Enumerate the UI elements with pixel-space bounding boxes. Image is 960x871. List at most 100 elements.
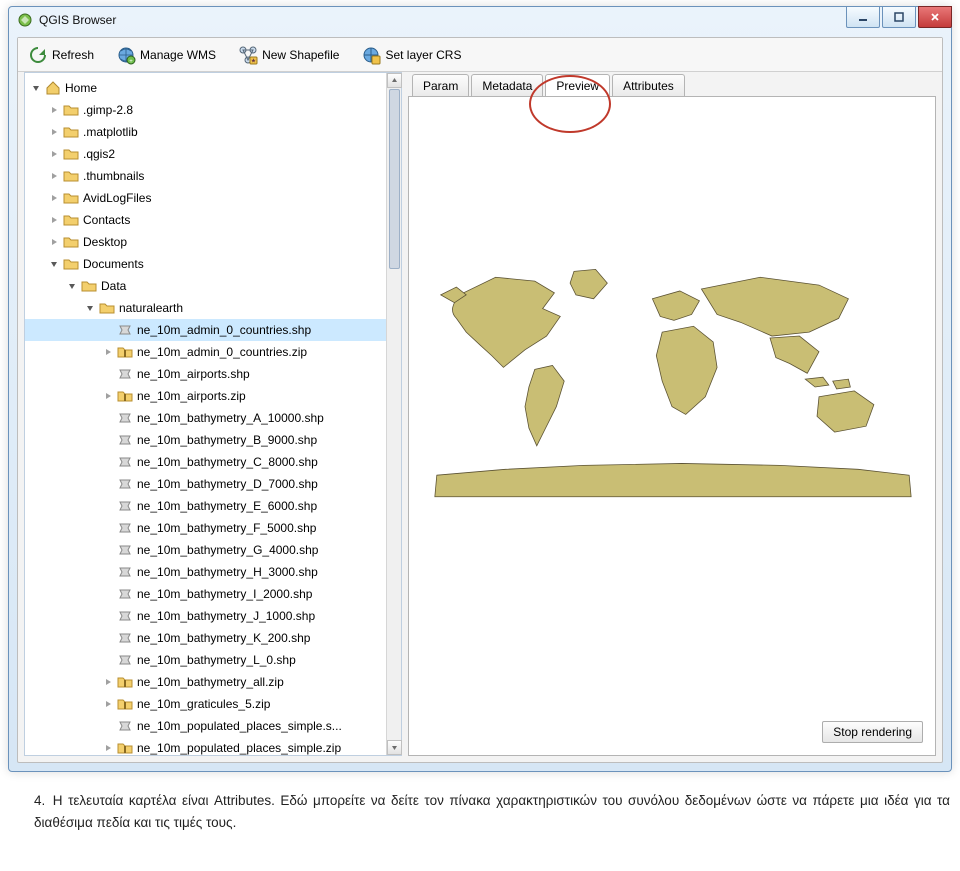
tree-item[interactable]: ne_10m_bathymetry_H_3000.shp [25,561,386,583]
tree-item[interactable]: ne_10m_populated_places_simple.zip [25,737,386,755]
expand-toggle-icon[interactable] [103,699,113,709]
tree-item[interactable]: ne_10m_bathymetry_all.zip [25,671,386,693]
tree-item[interactable]: ne_10m_bathymetry_D_7000.shp [25,473,386,495]
scroll-down-button[interactable] [387,740,402,755]
tree-item[interactable]: ne_10m_bathymetry_A_10000.shp [25,407,386,429]
tree-item[interactable]: ne_10m_bathymetry_G_4000.shp [25,539,386,561]
layer-icon [117,498,133,514]
tab-metadata[interactable]: Metadata [471,74,543,96]
expand-toggle-icon[interactable] [67,281,77,291]
tree-scrollbar[interactable] [386,73,401,755]
tab-label: Attributes [623,79,674,93]
tree-item[interactable]: Contacts [25,209,386,231]
window-titlebar[interactable]: QGIS Browser [9,7,951,33]
scroll-thumb[interactable] [389,89,400,269]
tree-item-label: ne_10m_bathymetry_H_3000.shp [137,565,318,579]
tree-item-label: ne_10m_airports.shp [137,367,250,381]
expand-toggle-icon [103,523,113,533]
layer-icon [117,652,133,668]
tree-item[interactable]: ne_10m_airports.zip [25,385,386,407]
expand-toggle-icon [103,567,113,577]
tree-item[interactable]: ne_10m_bathymetry_J_1000.shp [25,605,386,627]
expand-toggle-icon[interactable] [49,215,59,225]
tree-item[interactable]: ne_10m_bathymetry_I_2000.shp [25,583,386,605]
expand-toggle-icon[interactable] [49,171,59,181]
expand-toggle-icon[interactable] [85,303,95,313]
tree-item-label: Home [65,81,97,95]
scroll-up-button[interactable] [387,73,402,88]
layer-icon [117,476,133,492]
file-tree-panel: Home .gimp-2.8.matplotlib.qgis2.thumbnail… [24,72,402,756]
tree-item[interactable]: ne_10m_graticules_5.zip [25,693,386,715]
tab-preview[interactable]: Preview [545,74,610,96]
tree-item[interactable]: Documents [25,253,386,275]
window-minimize-button[interactable] [846,6,880,28]
tree-item[interactable]: ne_10m_admin_0_countries.shp [25,319,386,341]
tree-item[interactable]: AvidLogFiles [25,187,386,209]
tree-item[interactable]: ne_10m_bathymetry_F_5000.shp [25,517,386,539]
tree-item-label: ne_10m_bathymetry_E_6000.shp [137,499,317,513]
folder-icon [63,168,79,184]
expand-toggle-icon[interactable] [49,259,59,269]
toolbar-label: Set layer CRS [385,48,461,62]
stop-rendering-label: Stop rendering [833,725,912,739]
tree-item-label: ne_10m_bathymetry_B_9000.shp [137,433,317,447]
tree-item[interactable]: Data [25,275,386,297]
toolbar-setcrs-button[interactable]: Set layer CRS [357,41,465,69]
app-icon [17,12,33,28]
tree-item[interactable]: .qgis2 [25,143,386,165]
tree-item[interactable]: ne_10m_bathymetry_C_8000.shp [25,451,386,473]
expand-toggle-icon[interactable] [103,677,113,687]
tree-item-label: ne_10m_bathymetry_J_1000.shp [137,609,315,623]
tree-item[interactable]: .thumbnails [25,165,386,187]
file-tree[interactable]: Home .gimp-2.8.matplotlib.qgis2.thumbnail… [25,73,386,755]
content-tabbar: ParamMetadata Preview Attributes [408,72,936,96]
tab-label: Preview [556,79,599,93]
map-preview[interactable] [427,257,917,517]
tree-item[interactable]: ne_10m_admin_0_countries.zip [25,341,386,363]
expand-toggle-icon[interactable] [49,105,59,115]
tree-item-label: Contacts [83,213,130,227]
expand-toggle-icon [103,369,113,379]
expand-toggle-icon[interactable] [49,193,59,203]
tree-item[interactable]: ne_10m_airports.shp [25,363,386,385]
window-maximize-button[interactable] [882,6,916,28]
expand-toggle-icon [103,721,113,731]
toolbar-refresh-button[interactable]: Refresh [24,41,98,69]
tree-item[interactable]: naturalearth [25,297,386,319]
tree-item[interactable]: ne_10m_bathymetry_E_6000.shp [25,495,386,517]
layer-icon [117,564,133,580]
expand-toggle-icon[interactable] [31,83,41,93]
tree-item[interactable]: ne_10m_populated_places_simple.s... [25,715,386,737]
expand-toggle-icon[interactable] [49,127,59,137]
toolbar-managewms-button[interactable]: +Manage WMS [112,41,220,69]
tab-attributes[interactable]: Attributes [612,74,685,96]
tree-item[interactable]: .gimp-2.8 [25,99,386,121]
caption-text: 4. Η τελευταία καρτέλα είναι Attributes.… [34,790,950,833]
tree-item[interactable]: Home [25,77,386,99]
tab-param[interactable]: Param [412,74,469,96]
tree-item-label: ne_10m_admin_0_countries.zip [137,345,307,359]
expand-toggle-icon[interactable] [103,347,113,357]
tree-item[interactable]: .matplotlib [25,121,386,143]
tree-item-label: Desktop [83,235,127,249]
tree-item-label: ne_10m_bathymetry_I_2000.shp [137,587,312,601]
toolbar-newshp-button[interactable]: ★New Shapefile [234,41,343,69]
layer-icon [117,542,133,558]
expand-toggle-icon[interactable] [103,391,113,401]
tree-item-label: ne_10m_bathymetry_D_7000.shp [137,477,318,491]
tree-item[interactable]: ne_10m_bathymetry_L_0.shp [25,649,386,671]
tree-item-label: Documents [83,257,144,271]
tree-item[interactable]: Desktop [25,231,386,253]
expand-toggle-icon[interactable] [49,149,59,159]
tree-item[interactable]: ne_10m_bathymetry_B_9000.shp [25,429,386,451]
window-close-button[interactable] [918,6,952,28]
caption-number: 4. [34,793,45,808]
expand-toggle-icon[interactable] [49,237,59,247]
expand-toggle-icon[interactable] [103,743,113,753]
stop-rendering-button[interactable]: Stop rendering [822,721,923,743]
layer-icon [117,366,133,382]
zip-icon [117,344,133,360]
tree-item[interactable]: ne_10m_bathymetry_K_200.shp [25,627,386,649]
layer-icon [117,322,133,338]
